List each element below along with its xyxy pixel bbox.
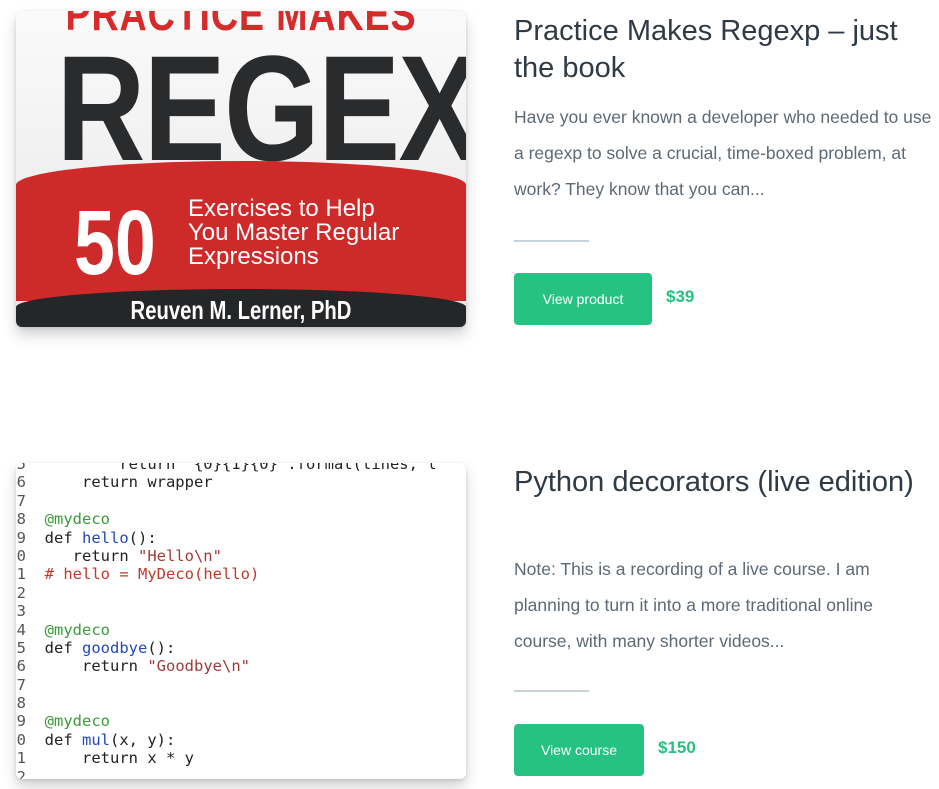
view-product-button[interactable]: View product xyxy=(514,273,652,325)
code-line: 21 return x * y xyxy=(16,749,194,768)
product-description: Note: This is a recording of a live cour… xyxy=(514,559,873,651)
product-thumbnail[interactable]: PRACTICE MAKES REGEXP 50 Exercises to He… xyxy=(16,11,466,327)
code-line: 20 def mul(x, y): xyxy=(16,730,176,749)
product-title[interactable]: Python decorators (live edition) xyxy=(514,464,924,501)
view-course-button[interactable]: View course xyxy=(514,724,644,776)
code-line: 6 return wrapper xyxy=(16,473,213,492)
code-line: 22 xyxy=(16,767,26,779)
divider xyxy=(514,240,589,242)
code-line: 15 def goodbye(): xyxy=(16,638,176,657)
code-line: 7 xyxy=(16,491,26,510)
code-line: 18 xyxy=(16,694,26,713)
cover-number: 50 xyxy=(74,192,156,294)
code-line: 5 return '{0}{1}{0}'.format(lines, l xyxy=(16,463,437,473)
product-price: $150 xyxy=(658,738,696,757)
product-title[interactable]: Practice Makes Regexp – just the book xyxy=(514,13,924,87)
code-line: 14 @mydeco xyxy=(16,620,110,639)
code-line: 19 @mydeco xyxy=(16,712,110,731)
code-line: 16 return "Goodbye\n" xyxy=(16,657,250,676)
product-price: $39 xyxy=(666,287,695,306)
cover-subtitle: Exercises to Help You Master Regular Exp… xyxy=(188,195,400,270)
divider xyxy=(514,690,589,692)
code-line: 13 xyxy=(16,602,26,621)
code-line: 12 xyxy=(16,583,26,602)
code-line: 10 return "Hello\n" xyxy=(16,546,222,565)
product-thumbnail[interactable]: 5 return '{0}{1}{0}'.format(lines, l6 re… xyxy=(16,463,466,779)
code-snippet: 5 return '{0}{1}{0}'.format(lines, l6 re… xyxy=(16,463,437,779)
cover-author: Reuven M. Lerner, PhD xyxy=(130,295,352,325)
code-line: 17 xyxy=(16,675,26,694)
code-line: 8 @mydeco xyxy=(16,510,110,529)
code-line: 11 # hello = MyDeco(hello) xyxy=(16,565,260,584)
code-line: 9 def hello(): xyxy=(16,528,157,547)
product-description: Have you ever known a developer who need… xyxy=(514,107,932,199)
